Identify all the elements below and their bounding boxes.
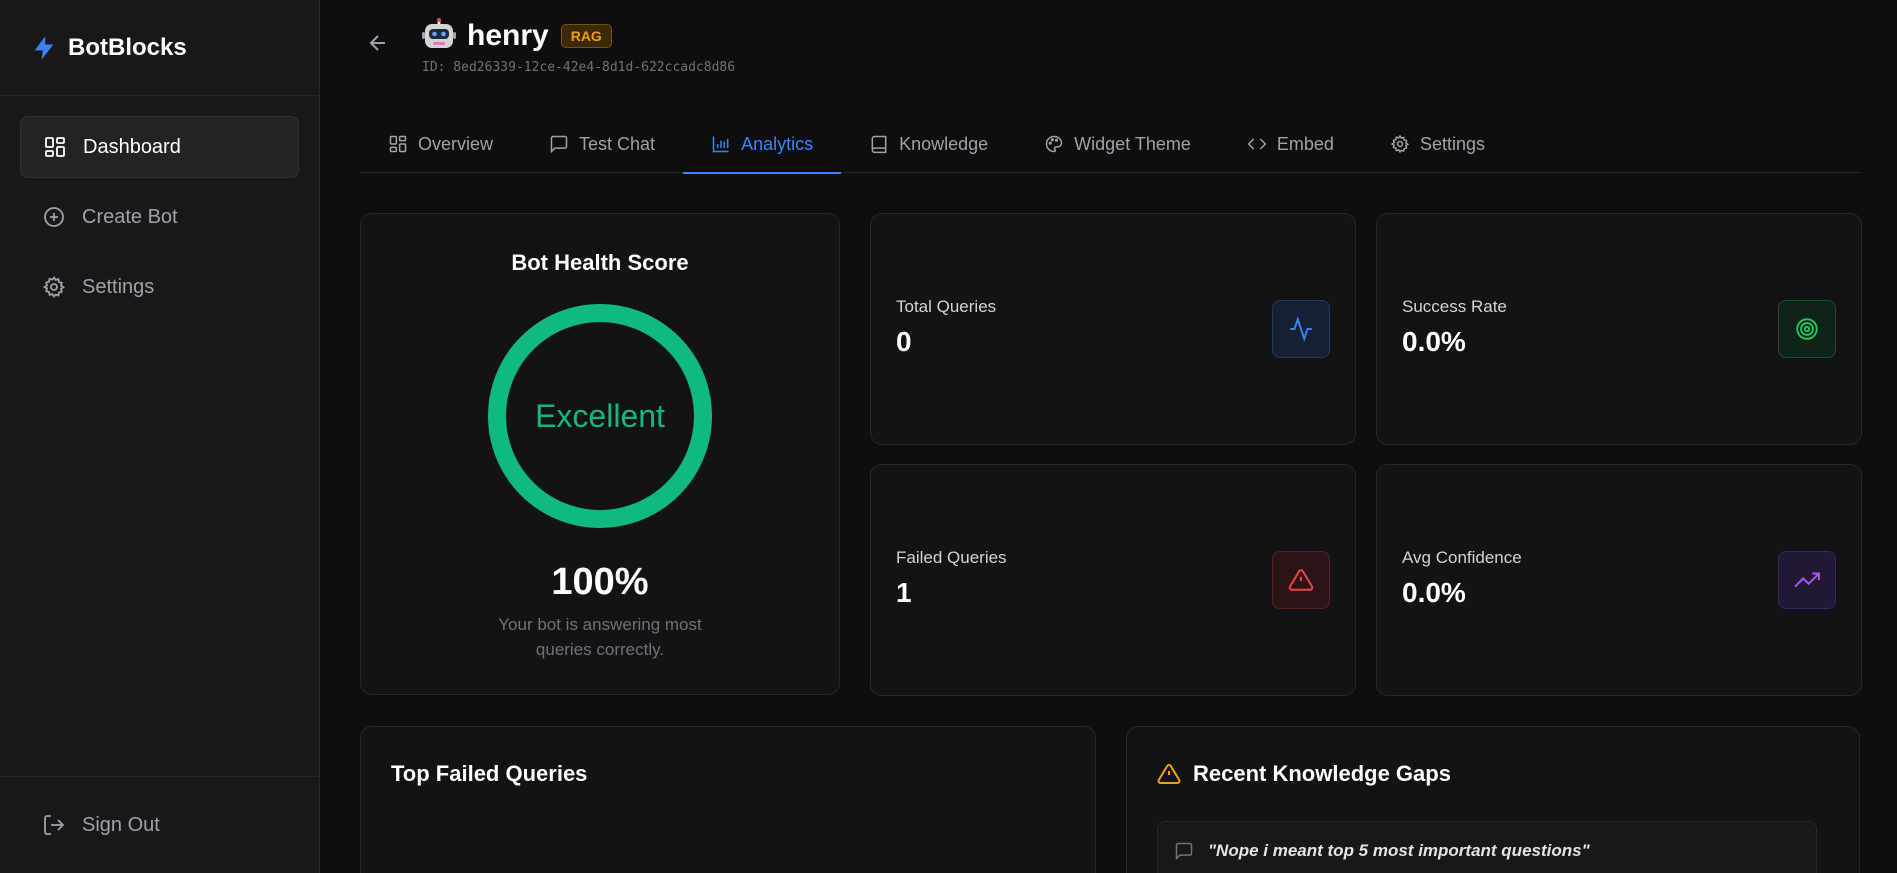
sidebar-nav: Dashboard Create Bot Settings (0, 96, 319, 346)
stat-icon-box (1778, 300, 1836, 358)
target-icon (1796, 318, 1818, 340)
tab-label: Test Chat (579, 133, 656, 154)
knowledge-gap-text: "Nope i meant top 5 most important quest… (1208, 841, 1590, 860)
tab-knowledge[interactable]: Knowledge (841, 115, 1016, 173)
tab-embed[interactable]: Embed (1219, 115, 1362, 173)
message-icon (1175, 842, 1193, 861)
tab-label: Embed (1276, 133, 1334, 154)
warning-icon (1157, 763, 1181, 784)
brand[interactable]: BotBlocks (0, 0, 319, 96)
stat-label: Failed Queries (896, 548, 1007, 567)
knowledge-gaps-card: Recent Knowledge Gaps "Nope i meant top … (1126, 726, 1860, 873)
warning-icon (1288, 569, 1314, 591)
stat-card-success-rate: Success Rate 0.0% (1376, 213, 1862, 445)
tab-bar: Overview Test Chat Analytics Knowledge W… (360, 115, 1860, 174)
stat-card-avg-confidence: Avg Confidence 0.0% (1376, 464, 1862, 696)
tab-label: Overview (418, 133, 494, 154)
sign-out-button[interactable]: Sign Out (20, 794, 299, 856)
stat-value: 0 (896, 326, 912, 357)
stat-label: Total Queries (896, 297, 997, 316)
bot-name: henry (467, 19, 549, 52)
sidebar-item-label: Settings (82, 275, 155, 298)
main-content: henry RAG ID: 8ed26339-12ce-42e4-8d1d-62… (320, 0, 1897, 873)
tab-analytics[interactable]: Analytics (683, 115, 842, 174)
health-score-card: Bot Health Score Excellent 100% Your bot… (360, 213, 840, 695)
sidebar-item-label: Create Bot (82, 205, 178, 228)
robot-avatar-icon (422, 18, 456, 48)
code-icon (1247, 138, 1267, 150)
grid-icon (389, 135, 407, 153)
section-title-text: Top Failed Queries (391, 761, 588, 786)
book-icon (871, 135, 887, 154)
stat-card-total-queries: Total Queries 0 (870, 213, 1356, 445)
sidebar-footer: Sign Out (0, 776, 319, 873)
brand-name: BotBlocks (68, 33, 187, 61)
stat-value: 1 (896, 577, 912, 608)
gear-icon (1390, 134, 1410, 154)
stat-card-failed-queries: Failed Queries 1 (870, 464, 1356, 696)
bot-title-row: henry RAG (467, 18, 735, 54)
app-root: BotBlocks Dashboard Create Bot Settings … (0, 0, 1897, 873)
sidebar-item-dashboard[interactable]: Dashboard (20, 116, 299, 178)
tab-overview[interactable]: Overview (360, 115, 521, 173)
activity-icon (1290, 316, 1312, 342)
sidebar-item-label: Dashboard (83, 135, 181, 158)
palette-icon (1045, 135, 1063, 153)
bot-id: ID: 8ed26339-12ce-42e4-8d1d-622ccadc8d86 (422, 60, 736, 75)
bot-type-badge: RAG (560, 24, 612, 48)
bar-chart-icon (712, 136, 729, 153)
dashboard-icon (45, 137, 65, 157)
tab-label: Analytics (741, 133, 814, 154)
chat-icon (550, 135, 568, 154)
stat-icon-box (1272, 551, 1330, 609)
trending-up-icon (1794, 572, 1820, 588)
sidebar-item-create-bot[interactable]: Create Bot (20, 186, 299, 248)
tab-widget-theme[interactable]: Widget Theme (1016, 115, 1219, 173)
arrow-left-icon (369, 35, 385, 51)
top-failed-queries-title: Top Failed Queries (391, 761, 587, 787)
stat-value: 0.0% (1402, 577, 1466, 608)
tab-settings[interactable]: Settings (1362, 115, 1513, 173)
back-button[interactable] (360, 25, 396, 61)
sidebar: BotBlocks Dashboard Create Bot Settings … (0, 0, 320, 873)
knowledge-gap-item[interactable]: "Nope i meant top 5 most important quest… (1157, 821, 1817, 873)
stat-label: Success Rate (1402, 297, 1507, 316)
health-score-title: Bot Health Score (511, 250, 689, 275)
stat-icon-box (1272, 300, 1330, 358)
sign-out-icon (44, 815, 65, 835)
stat-icon-box (1778, 551, 1836, 609)
lightning-bolt-icon (34, 35, 54, 60)
stat-label: Avg Confidence (1402, 548, 1522, 567)
plus-circle-icon (44, 207, 64, 227)
gear-icon (42, 275, 66, 298)
section-title-text: Recent Knowledge Gaps (1193, 761, 1451, 786)
health-status: Excellent (535, 397, 665, 434)
tab-label: Settings (1419, 133, 1485, 154)
top-failed-queries-card: Top Failed Queries (360, 726, 1096, 873)
stat-value: 0.0% (1402, 326, 1466, 357)
tab-label: Widget Theme (1074, 133, 1191, 154)
health-score-value: 100% (551, 561, 649, 603)
bot-title-block: henry RAG ID: 8ed26339-12ce-42e4-8d1d-62… (422, 18, 735, 75)
sign-out-label: Sign Out (82, 813, 160, 836)
tab-test-chat[interactable]: Test Chat (521, 115, 683, 173)
sidebar-item-settings[interactable]: Settings (20, 256, 299, 318)
knowledge-gaps-title: Recent Knowledge Gaps (1157, 761, 1451, 787)
health-ring: Excellent (485, 301, 715, 531)
tab-label: Knowledge (899, 133, 989, 154)
bot-header: henry RAG ID: 8ed26339-12ce-42e4-8d1d-62… (360, 18, 735, 75)
health-description: Your bot is answering most queries corre… (498, 615, 702, 659)
